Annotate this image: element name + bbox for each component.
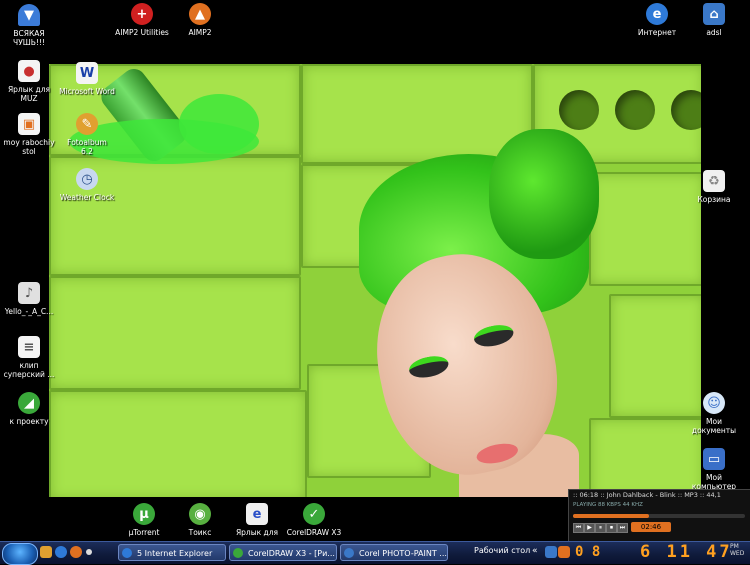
wallpaper-brick <box>49 390 307 497</box>
task-label: 5 Internet Explorer <box>137 549 213 558</box>
player-stats: PLAYING 88 KBPS 44 KHZ <box>573 502 643 508</box>
text-file-icon: ≡ <box>18 336 40 358</box>
player-stop-button[interactable]: ⏹ <box>606 523 617 533</box>
file-icon: ♪ <box>18 282 40 304</box>
brick-hole <box>559 90 599 130</box>
toolbar-chevron-icon[interactable]: « <box>532 546 538 556</box>
brick-hole <box>615 90 655 130</box>
woman-portrait <box>339 129 639 497</box>
word-icon: W <box>76 62 98 84</box>
taskbar: 5 Internet Explorer CorelDRAW X3 - [Ри..… <box>0 541 750 565</box>
desktop-icon-my-documents[interactable]: ☺ Мои документы <box>677 392 750 435</box>
player-track-info: :: 06:18 :: John Dahlback - Blink :: MP3… <box>573 491 721 499</box>
aimp-mini-player[interactable]: :: 06:18 :: John Dahlback - Blink :: MP3… <box>568 489 750 543</box>
player-next-button[interactable]: ⏭ <box>617 523 628 533</box>
taskbar-task-ie[interactable]: 5 Internet Explorer <box>118 544 226 561</box>
tray-network-icon[interactable] <box>545 546 557 558</box>
aimp-utilities-icon: + <box>131 3 153 25</box>
task-label: Corel PHOTO-PAINT ... <box>359 549 447 558</box>
desktop-icon-microsoft-word[interactable]: W Microsoft Word <box>50 62 124 96</box>
desktop-icon-fotoalbum[interactable]: ✎ Fotoalbum 6.2 <box>50 113 124 156</box>
icon-label: adsl <box>706 28 722 37</box>
quicklaunch-expand-icon[interactable] <box>86 549 92 555</box>
player-time: 02:46 <box>631 522 671 532</box>
lips <box>474 440 520 467</box>
desktop-icon-recycle-bin[interactable]: ♻ Корзина <box>677 170 750 204</box>
quicklaunch-ie-icon[interactable] <box>55 546 67 558</box>
player-seek-fill <box>573 514 649 518</box>
taskbar-task-photopaint[interactable]: Corel PHOTO-PAINT ... <box>340 544 448 561</box>
toiks-icon: ◉ <box>189 503 211 525</box>
my-documents-icon: ☺ <box>703 392 725 414</box>
tray-aimp-icon[interactable] <box>558 546 570 558</box>
clock-am-pm: PM <box>730 543 739 550</box>
taskbar-task-coreldraw[interactable]: CorelDRAW X3 - [Ри... <box>229 544 337 561</box>
shortcut-e-icon: e <box>246 503 268 525</box>
desktop-icon-vsyakaya-chush[interactable]: ▼ ВСЯКАЯ ЧУШЬ!!! <box>0 4 66 47</box>
green-spill <box>179 94 259 154</box>
desktop-wallpaper <box>49 64 701 497</box>
start-button[interactable] <box>2 543 38 565</box>
taskbar-date: PM WED <box>730 543 744 557</box>
icon-label: Fotoalbum 6.2 <box>67 138 107 156</box>
desktop-icon-weather-clock[interactable]: ◷ Weather Clock <box>50 168 124 202</box>
taskbar-clock[interactable]: 6 11 47 <box>640 542 733 562</box>
desktop-icon-klip[interactable]: ≡ клип суперский ... <box>0 336 66 379</box>
player-play-button[interactable]: ▶ <box>584 523 595 533</box>
photo-paint-icon <box>344 548 354 558</box>
desktop-icon-my-computer[interactable]: ▭ Мой компьютер <box>677 448 750 491</box>
icon-label: ВСЯКАЯ ЧУШЬ!!! <box>13 29 45 47</box>
clock-day: WED <box>730 550 745 557</box>
quicklaunch-player-icon[interactable] <box>70 546 82 558</box>
internet-explorer-icon: e <box>646 3 668 25</box>
task-label: CorelDRAW X3 - [Ри... <box>248 549 335 558</box>
aimp-icon: ▲ <box>189 3 211 25</box>
left-eye <box>407 352 451 381</box>
icon-label: Weather Clock <box>59 193 115 202</box>
brick-hole <box>671 90 701 130</box>
desktop-icon-coreldraw[interactable]: ✓ CorelDRAW X3 <box>277 503 351 537</box>
player-seek-bar[interactable] <box>573 514 745 518</box>
right-eye <box>472 321 516 350</box>
network-icon: ⌂ <box>703 3 725 25</box>
quicklaunch-folder-icon[interactable] <box>40 546 52 558</box>
icon-label: клип суперский ... <box>3 361 55 379</box>
internet-explorer-icon <box>122 548 132 558</box>
green-folder-icon: ◢ <box>18 392 40 414</box>
desktop-icon-adsl[interactable]: ⌂ adsl <box>677 3 750 37</box>
wallpaper-brick <box>49 276 301 390</box>
recycle-bin-icon: ♻ <box>703 170 725 192</box>
green-hair-curls <box>489 129 599 259</box>
document-icon: ▣ <box>18 113 40 135</box>
icon-label: AIMP2 <box>188 28 212 37</box>
icon-label: CorelDRAW X3 <box>286 528 342 537</box>
weather-clock-icon: ◷ <box>76 168 98 190</box>
shortcut-icon: ● <box>18 60 40 82</box>
photo-album-icon: ✎ <box>76 113 98 135</box>
icon-label: к проекту <box>9 417 49 426</box>
desktop-icon-yello[interactable]: ♪ Yello_-_A_C... <box>0 282 66 316</box>
icon-label: Корзина <box>697 195 731 204</box>
icon-label: Yello_-_A_C... <box>4 307 54 316</box>
utorrent-icon: µ <box>133 503 155 525</box>
desktop-toolbar-label[interactable]: Рабочий стол <box>474 546 530 555</box>
tray-indicator-digits: 0 8 <box>575 544 601 560</box>
player-prev-button[interactable]: ⏮ <box>573 523 584 533</box>
icon-label: Microsoft Word <box>59 87 115 96</box>
player-pause-button[interactable]: ⏸ <box>595 523 606 533</box>
coreldraw-icon <box>233 548 243 558</box>
desktop-icon-aimp2[interactable]: ▲ AIMP2 <box>163 3 237 37</box>
coreldraw-icon: ✓ <box>303 503 325 525</box>
desktop-icon-k-proektu[interactable]: ◢ к проекту <box>0 392 66 426</box>
my-computer-icon: ▭ <box>703 448 725 470</box>
blue-funnel-icon: ▼ <box>18 4 40 26</box>
icon-label: Мои документы <box>691 417 737 435</box>
